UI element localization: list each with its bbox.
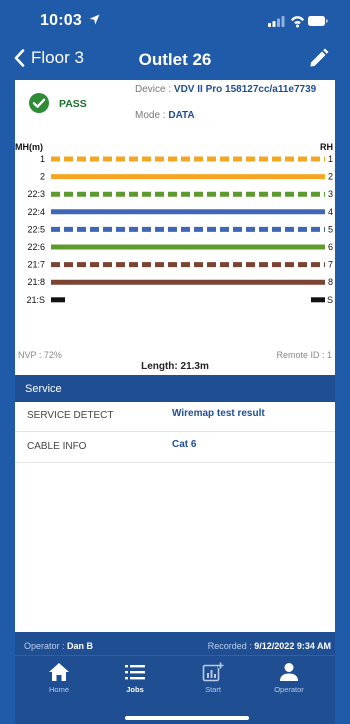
recorded-label: Recorded : bbox=[207, 641, 252, 651]
wire-left-label: 21:7 bbox=[27, 260, 45, 270]
wiremap-left-header: MH(m) bbox=[15, 142, 43, 152]
device-info: Device : VDV II Pro 158127cc/a11e7739 bbox=[135, 84, 316, 95]
tab-jobs-label: Jobs bbox=[126, 685, 144, 694]
person-icon bbox=[280, 663, 298, 681]
wire-right-label: 6 bbox=[328, 242, 333, 252]
operator-value: Dan B bbox=[67, 641, 94, 651]
service-detect-label: SERVICE DETECT bbox=[27, 410, 114, 421]
status-icons bbox=[268, 16, 328, 28]
tab-start[interactable]: Start bbox=[181, 662, 245, 702]
record-info: Operator : Dan B Recorded : 9/12/2022 9:… bbox=[15, 632, 335, 656]
wire-left-label: 22:6 bbox=[27, 242, 45, 252]
location-arrow-icon bbox=[89, 14, 100, 25]
service-detect-value: Wiremap test result bbox=[172, 408, 265, 419]
wire-right-label: 7 bbox=[328, 260, 333, 270]
service-detect-row[interactable]: SERVICE DETECT Wiremap test result bbox=[15, 402, 335, 432]
test-result-panel: PASS Device : VDV II Pro 158127cc/a11e77… bbox=[15, 80, 335, 632]
mode-value: DATA bbox=[168, 110, 195, 121]
chart-add-icon bbox=[202, 662, 224, 682]
home-icon bbox=[49, 663, 69, 681]
wire-left-label: 2 bbox=[40, 172, 45, 182]
operator-info: Operator : Dan B bbox=[24, 641, 93, 651]
check-circle-icon bbox=[29, 93, 49, 113]
wire-right-label: S bbox=[327, 295, 333, 305]
battery-icon bbox=[308, 16, 328, 26]
nvp-row: NVP : 72% Remote ID : 1 bbox=[15, 350, 335, 366]
cellular-signal-icon bbox=[268, 16, 285, 27]
device-label: Device : bbox=[135, 84, 172, 95]
pass-status: PASS bbox=[59, 98, 87, 110]
mode-info: Mode : DATA bbox=[135, 110, 195, 121]
tab-operator[interactable]: Operator bbox=[257, 662, 321, 702]
nvp-value: NVP : 72% bbox=[18, 350, 62, 360]
status-time: 10:03 bbox=[40, 12, 100, 30]
wire-right-label: 5 bbox=[328, 224, 333, 234]
wire-left-label: 22:5 bbox=[27, 224, 45, 234]
tab-home-label: Home bbox=[48, 685, 69, 694]
wire-left-label: 1 bbox=[40, 154, 45, 164]
cable-info-label: CABLE INFO bbox=[27, 441, 87, 452]
wire-right-label: 3 bbox=[328, 189, 333, 199]
operator-label: Operator : bbox=[24, 641, 65, 651]
wiremap-right-header: RH bbox=[320, 142, 333, 152]
wire-right-label: 1 bbox=[328, 154, 333, 164]
recorded-info: Recorded : 9/12/2022 9:34 AM bbox=[208, 641, 331, 651]
remote-id: Remote ID : 1 bbox=[276, 350, 332, 360]
page-title: Outlet 26 bbox=[138, 50, 212, 69]
wire-right-label: 2 bbox=[328, 172, 333, 182]
wire-left-label: 22:3 bbox=[27, 189, 45, 199]
edit-button[interactable] bbox=[308, 47, 330, 74]
wire-right-label: 4 bbox=[328, 207, 333, 217]
wire-right-label: 8 bbox=[328, 277, 333, 287]
mode-label: Mode : bbox=[135, 110, 166, 121]
recorded-value: 9/12/2022 9:34 AM bbox=[254, 641, 331, 651]
device-value: VDV II Pro 158127cc/a11e7739 bbox=[173, 84, 317, 95]
nav-bar: Floor 3 Outlet 26 bbox=[0, 40, 350, 80]
tab-start-label: Start bbox=[205, 685, 221, 694]
tab-operator-label: Operator bbox=[274, 685, 304, 694]
tab-jobs[interactable]: Jobs bbox=[103, 662, 167, 702]
wire-left-label: 21:8 bbox=[27, 277, 45, 287]
wire-left-label: 21:S bbox=[26, 295, 45, 305]
shield-left-marker bbox=[51, 297, 65, 303]
home-indicator bbox=[125, 716, 249, 720]
cable-info-row[interactable]: CABLE INFO Cat 6 bbox=[15, 433, 335, 463]
tab-home[interactable]: Home bbox=[27, 662, 91, 702]
bottom-panel: Operator : Dan B Recorded : 9/12/2022 9:… bbox=[15, 632, 335, 724]
pencil-icon bbox=[310, 48, 329, 67]
service-section-header: Service bbox=[15, 375, 335, 402]
shield-right-marker bbox=[311, 297, 325, 303]
cable-info-value: Cat 6 bbox=[172, 439, 197, 450]
wiremap-diagram: MH(m) RH 1 1 2 2 22:3 3 22:4 4 22:5 5 22:6 6 21:7 7 21:8… bbox=[15, 138, 335, 372]
wifi-icon bbox=[291, 16, 304, 28]
list-icon bbox=[125, 665, 145, 680]
status-bar: 10:03 bbox=[0, 0, 350, 40]
wire-left-label: 22:4 bbox=[27, 207, 45, 217]
result-summary: PASS Device : VDV II Pro 158127cc/a11e77… bbox=[15, 80, 335, 136]
wiremap-svg: MH(m) RH 1 1 2 2 22:3 3 22:4 4 22:5 5 22:6 6 21:7 7 21:8… bbox=[15, 142, 333, 305]
